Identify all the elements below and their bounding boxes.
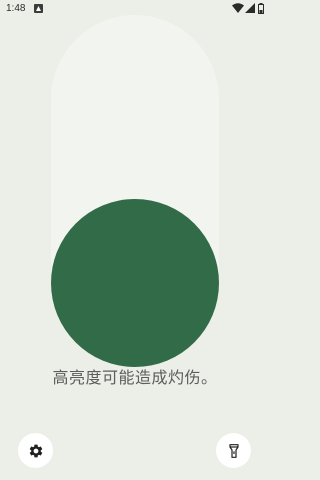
wifi-icon [232,3,244,13]
settings-button[interactable] [18,433,53,468]
brightness-slider-thumb[interactable] [51,199,219,367]
battery-icon [258,3,264,14]
gear-icon [29,444,42,457]
android-notification-icon [34,4,43,13]
flashlight-button[interactable] [216,433,251,468]
cell-signal-icon [245,3,255,13]
flashlight-icon [228,443,239,458]
status-time: 1:48 [6,3,26,14]
brightness-warning-text: 高亮度可能造成灼伤。 [52,368,218,387]
